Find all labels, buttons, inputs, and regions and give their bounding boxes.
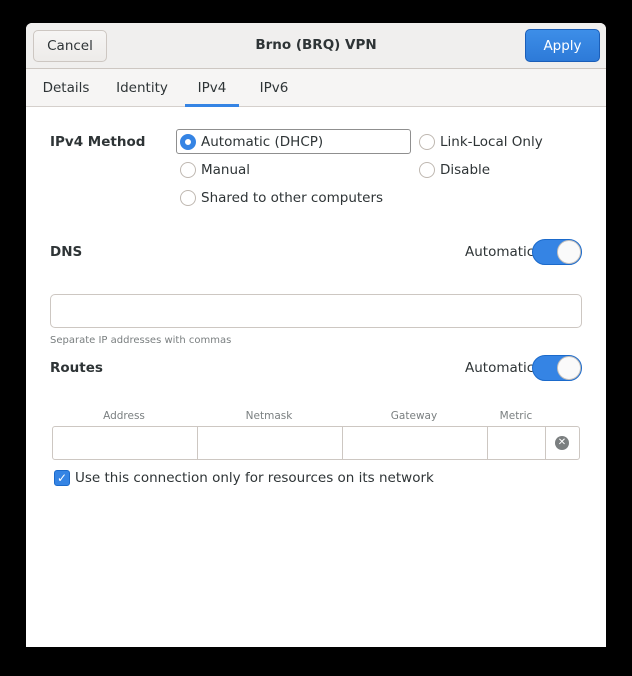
radio-indicator bbox=[180, 190, 196, 206]
route-address-input[interactable] bbox=[53, 427, 198, 459]
radio-indicator bbox=[180, 134, 196, 150]
tab-identity[interactable]: Identity bbox=[114, 69, 170, 107]
routes-label: Routes bbox=[50, 360, 103, 376]
dns-hint: Separate IP addresses with commas bbox=[50, 335, 232, 346]
radio-indicator bbox=[180, 162, 196, 178]
switch-knob bbox=[557, 356, 581, 380]
radio-link-local-only[interactable]: Link-Local Only bbox=[419, 130, 543, 154]
radio-manual[interactable]: Manual bbox=[180, 158, 250, 182]
route-netmask-input[interactable] bbox=[198, 427, 343, 459]
route-metric-input[interactable] bbox=[488, 427, 546, 459]
switch-knob bbox=[557, 240, 581, 264]
checkmark-icon: ✓ bbox=[54, 470, 70, 486]
routes-automatic-switch[interactable] bbox=[532, 355, 582, 381]
radio-indicator bbox=[419, 134, 435, 150]
route-row: ✕ bbox=[52, 426, 580, 460]
dns-input[interactable] bbox=[50, 294, 582, 328]
radio-shared[interactable]: Shared to other computers bbox=[180, 186, 383, 210]
radio-label: Shared to other computers bbox=[201, 190, 384, 206]
dns-automatic-switch[interactable] bbox=[532, 239, 582, 265]
column-header-address: Address bbox=[103, 410, 145, 422]
routes-automatic-label: Automatic bbox=[465, 360, 535, 376]
radio-automatic-dhcp[interactable]: Automatic (DHCP) bbox=[180, 130, 323, 154]
tab-ipv6[interactable]: IPv6 bbox=[253, 69, 295, 107]
tab-details[interactable]: Details bbox=[38, 69, 94, 107]
dialog-title: Brno (BRQ) VPN bbox=[255, 37, 377, 53]
tab-ipv4[interactable]: IPv4 bbox=[185, 69, 239, 107]
apply-button[interactable]: Apply bbox=[525, 29, 600, 62]
column-header-metric: Metric bbox=[499, 410, 533, 422]
header-bar: Cancel Brno (BRQ) VPN Apply bbox=[26, 23, 606, 69]
dns-label: DNS bbox=[50, 244, 83, 260]
ipv4-method-label: IPv4 Method bbox=[50, 134, 146, 150]
radio-label: Link-Local Only bbox=[440, 134, 543, 150]
column-header-gateway: Gateway bbox=[390, 410, 438, 422]
tab-bar: Details Identity IPv4 IPv6 bbox=[26, 69, 606, 107]
delete-route-icon[interactable]: ✕ bbox=[555, 436, 569, 450]
column-header-netmask: Netmask bbox=[245, 410, 293, 422]
only-local-resources-checkbox[interactable]: ✓ Use this connection only for resources… bbox=[54, 470, 434, 486]
dns-automatic-label: Automatic bbox=[465, 244, 535, 260]
radio-disable[interactable]: Disable bbox=[419, 158, 490, 182]
route-gateway-input[interactable] bbox=[343, 427, 488, 459]
network-settings-dialog: Cancel Brno (BRQ) VPN Apply Details Iden… bbox=[26, 23, 606, 647]
radio-label: Disable bbox=[440, 162, 491, 178]
ipv4-page: IPv4 Method Automatic (DHCP) Link-Local … bbox=[26, 108, 606, 647]
radio-label: Manual bbox=[201, 162, 251, 178]
checkbox-label: Use this connection only for resources o… bbox=[75, 470, 434, 486]
radio-label: Automatic (DHCP) bbox=[201, 134, 324, 150]
radio-indicator bbox=[419, 162, 435, 178]
